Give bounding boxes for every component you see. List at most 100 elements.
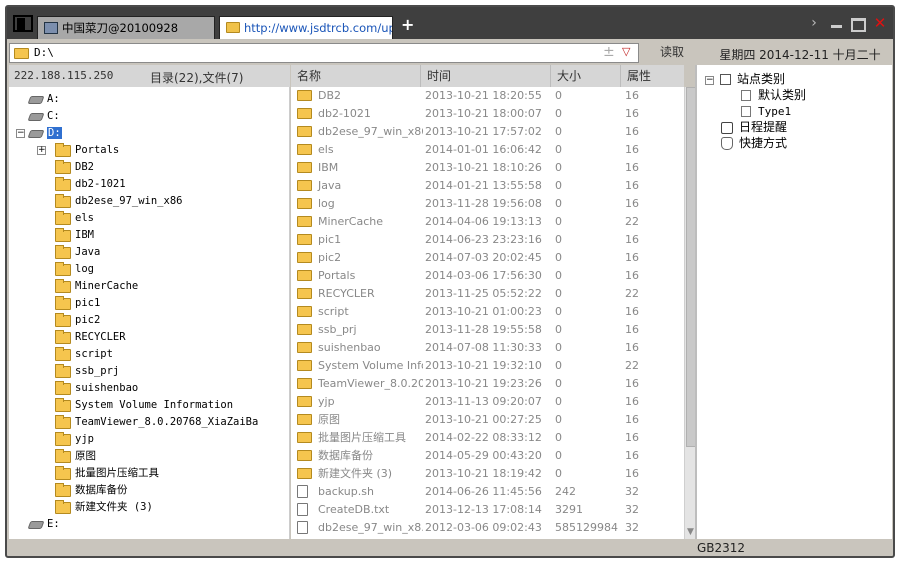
tree-folder[interactable]: 原图 — [55, 448, 96, 465]
tree-drive[interactable]: A: — [27, 91, 60, 108]
file-attr: 32 — [625, 521, 639, 534]
tree-folder[interactable]: db2-1021 — [55, 176, 126, 193]
file-row[interactable]: script 2013-10-21 01:00:23 0 16 — [291, 303, 684, 321]
file-name: pic1 — [297, 231, 423, 249]
tree-folder[interactable]: db2ese_97_win_x86 — [55, 193, 182, 210]
file-row[interactable]: backup.sh 2014-06-26 11:45:56 242 32 — [291, 483, 684, 501]
file-row[interactable]: RECYCLER 2013-11-25 05:52:22 0 22 — [291, 285, 684, 303]
tree-folder[interactable]: IBM — [55, 227, 94, 244]
category-root[interactable]: − 站点类别 — [705, 71, 785, 87]
new-tab-button[interactable]: + — [401, 17, 414, 33]
tree-drive[interactable]: C: — [27, 108, 60, 125]
expand-icon[interactable]: + — [37, 146, 46, 155]
tree-label: E: — [47, 518, 60, 530]
minimize-button[interactable] — [829, 16, 843, 30]
folder-icon — [297, 269, 312, 281]
chevron-down-icon[interactable]: ▽ — [622, 45, 630, 58]
tree-folder[interactable]: ssb_prj — [55, 363, 119, 380]
address-bar[interactable]: D:\ ± ▽ — [9, 43, 639, 63]
title-bar: 中国菜刀@20100928 http://www.jsdtrcb.com/upf… — [7, 7, 893, 39]
tab-url[interactable]: http://www.jsdtrcb.com/upfile... — [219, 16, 393, 39]
tree-drive[interactable]: E: — [27, 516, 60, 533]
file-row[interactable]: System Volume Info...2013-10-21 19:32:10… — [291, 357, 684, 375]
file-row[interactable]: 原图 2013-10-21 00:27:25 0 16 — [291, 411, 684, 429]
file-row[interactable]: db2ese_97_win_x86 2013-10-21 17:57:02 0 16 — [291, 123, 684, 141]
file-row[interactable]: yjp 2013-11-13 09:20:07 0 16 — [291, 393, 684, 411]
file-name: db2ese_97_win_x86 — [297, 123, 423, 141]
file-name: yjp — [297, 393, 423, 411]
file-row[interactable]: log 2013-11-28 19:56:08 0 16 — [291, 195, 684, 213]
file-row[interactable]: CreateDB.txt 2013-12-13 17:08:14 3291 32 — [291, 501, 684, 519]
tree-folder[interactable]: Portals — [55, 142, 119, 159]
folder-icon — [297, 233, 312, 245]
tree-folder[interactable]: 数据库备份 — [55, 482, 128, 499]
file-size: 0 — [555, 89, 562, 102]
tree-folder[interactable]: Java — [55, 244, 100, 261]
column-size[interactable]: 大小 — [551, 65, 621, 87]
file-name-text: CreateDB.txt — [318, 503, 390, 516]
tree-folder[interactable]: MinerCache — [55, 278, 138, 295]
category-type1[interactable]: Type1 — [741, 103, 791, 119]
chevron-right-icon[interactable]: › — [807, 16, 821, 30]
file-row[interactable]: db2ese_97_win_x8... 2012-03-06 09:02:43 58… — [291, 519, 684, 537]
scroll-down-icon[interactable]: ▼ — [687, 527, 694, 537]
file-attr: 16 — [625, 161, 639, 174]
close-button[interactable]: ✕ — [873, 16, 887, 31]
folder-icon — [55, 244, 71, 259]
address-path[interactable]: D:\ — [34, 46, 54, 59]
file-row[interactable]: pic2 2014-07-03 20:02:45 0 16 — [291, 249, 684, 267]
panel-toggle-icon[interactable] — [13, 15, 33, 32]
tree-folder[interactable]: DB2 — [55, 159, 94, 176]
tree-folder[interactable]: 批量图片压缩工具 — [55, 465, 159, 482]
file-row[interactable]: 批量图片压缩工具 2014-02-22 08:33:12 0 16 — [291, 429, 684, 447]
file-row[interactable]: suishenbao 2014-07-08 11:30:33 0 16 — [291, 339, 684, 357]
folder-icon — [297, 323, 312, 335]
file-row[interactable]: Portals 2014-03-06 17:56:30 0 16 — [291, 267, 684, 285]
file-name: db2-1021 — [297, 105, 423, 123]
tree-folder[interactable]: pic2 — [55, 312, 100, 329]
tree-folder[interactable]: els — [55, 210, 94, 227]
file-time: 2014-07-08 11:30:33 — [425, 341, 542, 354]
collapse-icon[interactable]: − — [16, 129, 25, 138]
schedule-reminder[interactable]: 日程提醒 — [721, 119, 787, 135]
tree-folder[interactable]: 新建文件夹 (3) — [55, 499, 153, 516]
file-row[interactable]: 新建文件夹 (3) 2013-10-21 18:19:42 0 16 — [291, 465, 684, 483]
file-row[interactable]: Java 2014-01-21 13:55:58 0 16 — [291, 177, 684, 195]
file-row[interactable]: TeamViewer_8.0.20...2013-10-21 19:23:26 0… — [291, 375, 684, 393]
column-time[interactable]: 时间 — [421, 65, 551, 87]
shortcuts[interactable]: 快捷方式 — [721, 135, 787, 151]
category-default[interactable]: 默认类别 — [741, 87, 806, 103]
folder-icon — [297, 89, 312, 101]
column-name[interactable]: 名称 — [291, 65, 421, 87]
file-row[interactable]: els 2014-01-01 16:06:42 0 16 — [291, 141, 684, 159]
file-row[interactable]: DB2 2013-10-21 18:20:55 0 16 — [291, 87, 684, 105]
column-attr[interactable]: 属性 — [621, 65, 684, 87]
file-row[interactable]: db2-1021 2013-10-21 18:00:07 0 16 — [291, 105, 684, 123]
folder-icon — [55, 278, 71, 293]
tree-folder[interactable]: TeamViewer_8.0.20768_XiaZaiBa — [55, 414, 258, 431]
folder-icon — [55, 397, 71, 412]
file-row[interactable]: IBM 2013-10-21 18:10:26 0 16 — [291, 159, 684, 177]
read-button[interactable]: 读取 — [647, 43, 697, 63]
file-name: 批量图片压缩工具 — [297, 429, 423, 447]
maximize-button[interactable] — [851, 16, 865, 30]
file-row[interactable]: ssb_prj 2013-11-28 19:55:58 0 16 — [291, 321, 684, 339]
file-name-text: MinerCache — [318, 215, 384, 228]
tree-folder[interactable]: RECYCLER — [55, 329, 126, 346]
tree-folder[interactable]: log — [55, 261, 94, 278]
file-name-text: db2-1021 — [318, 107, 371, 120]
file-row[interactable]: pic1 2014-06-23 23:23:16 0 16 — [291, 231, 684, 249]
collapse-icon[interactable]: − — [705, 76, 714, 85]
file-row[interactable]: MinerCache 2014-04-06 19:13:13 0 22 — [291, 213, 684, 231]
tree-folder[interactable]: yjp — [55, 431, 94, 448]
file-row[interactable]: 数据库备份 2014-05-29 00:43:20 0 16 — [291, 447, 684, 465]
tree-folder[interactable]: script — [55, 346, 113, 363]
tree-folder[interactable]: System Volume Information — [55, 397, 233, 414]
file-time: 2013-11-28 19:56:08 — [425, 197, 542, 210]
tree-drive[interactable]: D: — [27, 125, 62, 142]
plus-minus-icon[interactable]: ± — [603, 44, 615, 60]
tree-folder[interactable]: suishenbao — [55, 380, 138, 397]
tree-folder[interactable]: pic1 — [55, 295, 100, 312]
file-name: System Volume Info... — [297, 357, 423, 375]
tab-app[interactable]: 中国菜刀@20100928 — [37, 16, 215, 39]
